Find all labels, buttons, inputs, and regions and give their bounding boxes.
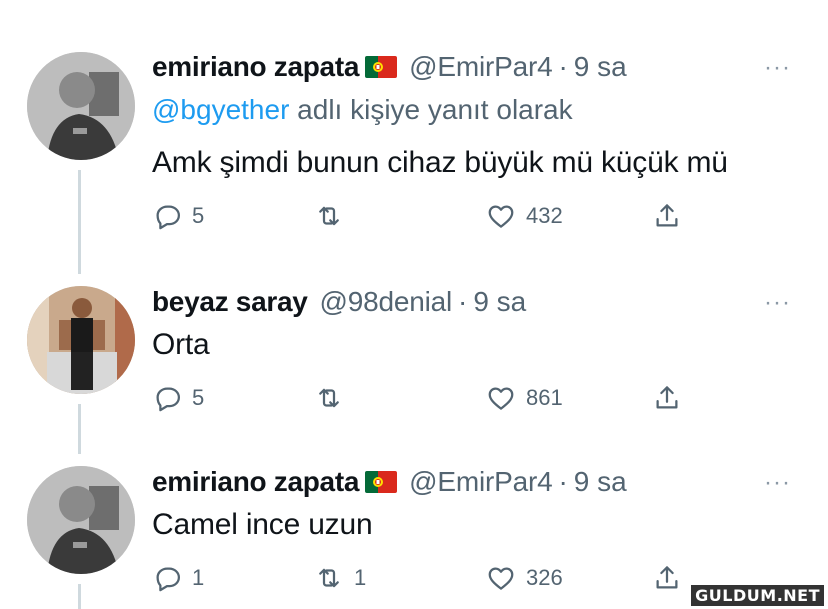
like-button[interactable]: 861 — [486, 380, 563, 416]
reply-icon — [156, 205, 180, 230]
more-options-icon[interactable]: ··· — [764, 471, 791, 495]
portugal-flag-icon — [365, 471, 398, 493]
retweet-button[interactable] — [314, 380, 354, 416]
handle[interactable]: @EmirPar4 — [409, 466, 553, 498]
thread-line — [78, 584, 81, 609]
more-options-icon[interactable]: ··· — [764, 291, 791, 315]
display-name[interactable]: beyaz saray — [152, 286, 308, 318]
reply-button[interactable]: 1 — [152, 560, 204, 596]
tweet-text: Amk şimdi bunun cihaz büyük mü küçük mü — [152, 146, 728, 179]
action-bar: 5 861 — [152, 380, 712, 416]
heart-icon — [488, 387, 514, 410]
heart-icon — [488, 205, 514, 228]
display-name[interactable]: emiriano zapata — [152, 466, 359, 498]
reply-button[interactable]: 5 — [152, 198, 204, 234]
reply-count: 5 — [192, 385, 205, 410]
reply-context: @bgyether adlı kişiye yanıt olarak — [152, 94, 573, 126]
thread-line — [78, 170, 81, 274]
reply-count: 1 — [192, 565, 205, 590]
share-button[interactable] — [652, 198, 682, 234]
action-bar: 1 1 326 — [152, 560, 712, 596]
reply-icon — [156, 567, 180, 592]
retweet-icon — [319, 388, 339, 408]
avatar-image — [27, 286, 135, 394]
retweet-count: 1 — [354, 565, 367, 590]
timestamp[interactable]: 9 sa — [574, 51, 627, 83]
tweet-text: Camel ince uzun — [152, 508, 373, 541]
handle[interactable]: @EmirPar4 — [409, 51, 553, 83]
action-bar: 5 432 — [152, 198, 712, 234]
share-button[interactable] — [652, 380, 682, 416]
display-name[interactable]: emiriano zapata — [152, 51, 359, 83]
handle[interactable]: @98denial — [320, 286, 453, 318]
reply-context-label: adlı kişiye yanıt olarak — [289, 94, 573, 125]
tweet-text: Orta — [152, 328, 210, 361]
avatar-image — [27, 52, 135, 160]
avatar[interactable] — [27, 52, 135, 160]
share-icon — [656, 566, 678, 589]
reply-icon — [156, 387, 180, 412]
avatar-image — [27, 466, 135, 574]
share-button[interactable] — [652, 560, 682, 596]
more-options-icon[interactable]: ··· — [764, 56, 791, 80]
watermark: GULDUM.NET — [691, 585, 824, 606]
like-count: 432 — [526, 203, 563, 228]
retweet-icon — [319, 206, 339, 226]
like-count: 326 — [526, 565, 563, 590]
tweet-header: emiriano zapata @EmirPar4 · 9 sa — [152, 465, 627, 499]
like-button[interactable]: 432 — [486, 198, 563, 234]
reply-button[interactable]: 5 — [152, 380, 204, 416]
retweet-button[interactable] — [314, 198, 354, 234]
avatar[interactable] — [27, 286, 135, 394]
tweet-header: beyaz saray @98denial · 9 sa — [152, 285, 526, 319]
share-icon — [656, 386, 678, 409]
reply-count: 5 — [192, 203, 205, 228]
portugal-flag-icon — [365, 56, 398, 78]
retweet-icon — [319, 568, 339, 588]
like-button[interactable]: 326 — [486, 560, 563, 596]
separator: · — [558, 466, 568, 497]
like-count: 861 — [526, 385, 563, 410]
heart-icon — [488, 567, 514, 590]
separator: · — [558, 51, 568, 82]
retweet-button[interactable]: 1 — [314, 560, 366, 596]
tweet-header: emiriano zapata @EmirPar4 · 9 sa — [152, 50, 627, 84]
reply-mention-link[interactable]: @bgyether — [152, 94, 289, 125]
avatar[interactable] — [27, 466, 135, 574]
thread-line — [78, 404, 81, 454]
share-icon — [656, 204, 678, 227]
timestamp[interactable]: 9 sa — [574, 466, 627, 498]
separator: · — [458, 286, 468, 317]
timestamp[interactable]: 9 sa — [473, 286, 526, 318]
